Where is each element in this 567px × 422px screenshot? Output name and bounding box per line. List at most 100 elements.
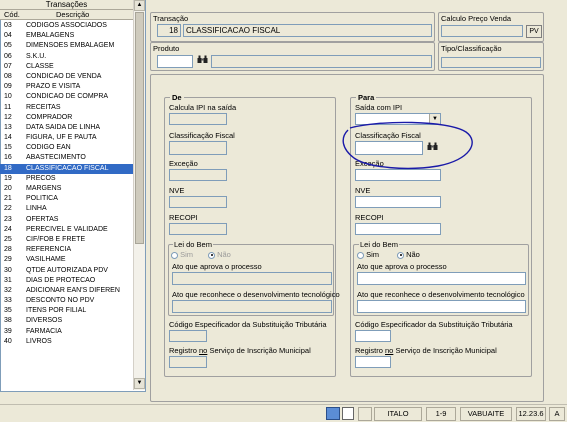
para-saida-ipi-select[interactable]: ▼ bbox=[355, 113, 441, 125]
list-item-code: 20 bbox=[4, 185, 12, 192]
list-item[interactable]: 23 OFERTAS bbox=[0, 215, 133, 225]
para-radio-sim[interactable]: Sim bbox=[357, 250, 379, 259]
de-classificacao-field bbox=[169, 141, 227, 155]
de-nve-field bbox=[169, 196, 227, 208]
para-excecao-input[interactable] bbox=[355, 169, 441, 181]
para-registro-input[interactable] bbox=[355, 356, 391, 368]
status-bar: ITALO 1-9 VABUAITE 12.23.6 A bbox=[0, 404, 567, 422]
tipo-label: Tipo/Classificação bbox=[441, 44, 502, 53]
para-sim-radio-icon[interactable] bbox=[357, 251, 364, 259]
list-item-label: S.K.U. bbox=[26, 52, 47, 60]
para-classificacao-input[interactable] bbox=[355, 141, 423, 155]
list-item-code: 31 bbox=[4, 276, 12, 284]
list-item[interactable]: 28 REFERENCIA bbox=[0, 245, 133, 255]
list-item[interactable]: 03 CODIGOS ASSOCIADOS bbox=[0, 21, 133, 31]
status-user: ITALO bbox=[374, 407, 422, 421]
para-ato-reconhece-label: Ato que reconhece o desenvolvimento tecn… bbox=[357, 290, 525, 299]
list-item-label: DIMENSOES EMBALAGEM bbox=[26, 42, 115, 50]
list-item-label: RECEITAS bbox=[26, 103, 61, 111]
status-empty-panel bbox=[358, 407, 372, 421]
tipo-field bbox=[441, 57, 541, 68]
scroll-thumb[interactable] bbox=[135, 12, 144, 244]
list-item-code: 09 bbox=[4, 83, 12, 91]
list-item-code: 19 bbox=[4, 174, 12, 182]
para-recopi-input[interactable] bbox=[355, 223, 441, 235]
list-item-code: 08 bbox=[4, 72, 12, 80]
calc-preco-label: Calculo Preço Venda bbox=[441, 14, 512, 23]
list-item-code: 14 bbox=[4, 134, 12, 142]
para-radio-nao[interactable]: Não bbox=[397, 250, 420, 259]
list-item-code: 29 bbox=[4, 256, 12, 264]
list-item-code: 21 bbox=[4, 195, 12, 203]
list-item-code: 18 bbox=[4, 164, 12, 172]
produto-code-input[interactable] bbox=[157, 55, 193, 68]
para-ato-aprova-input[interactable] bbox=[357, 272, 526, 285]
list-item[interactable]: 35 ITENS POR FILIAL bbox=[0, 306, 133, 316]
scroll-down-icon[interactable]: ▼ bbox=[134, 378, 145, 389]
para-nve-input[interactable] bbox=[355, 196, 441, 208]
list-item[interactable]: 38 DIVERSOS bbox=[0, 316, 133, 326]
list-item-code: 05 bbox=[4, 42, 12, 50]
de-sim-radio-icon bbox=[171, 251, 178, 259]
chevron-down-icon[interactable]: ▼ bbox=[429, 114, 440, 124]
list-item[interactable]: 30 QTDE AUTORIZADA PDV bbox=[0, 266, 133, 276]
list-item[interactable]: 20 MARGENS bbox=[0, 184, 133, 194]
de-registro-pre: Registro bbox=[169, 346, 200, 355]
list-item[interactable]: 10 CONDICAO DE COMPRA bbox=[0, 92, 133, 102]
status-version: 12.23.6 bbox=[516, 407, 546, 421]
list-item[interactable]: 06 S.K.U. bbox=[0, 52, 133, 62]
de-title: De bbox=[170, 93, 184, 102]
list-item[interactable]: 16 ABASTECIMENTO bbox=[0, 153, 133, 163]
list-item[interactable]: 25 CIF/FOB E FRETE bbox=[0, 235, 133, 245]
list-item[interactable]: 39 FARMACIA bbox=[0, 327, 133, 337]
para-nao-radio-icon[interactable] bbox=[397, 251, 404, 259]
list-item[interactable]: 21 POLITICA bbox=[0, 194, 133, 204]
list-item[interactable]: 13 DATA SAIDA DE LINHA bbox=[0, 123, 133, 133]
de-classificacao-label: Classificação Fiscal bbox=[169, 131, 235, 140]
transactions-title: Transações bbox=[0, 0, 133, 10]
list-item[interactable]: 09 PRAZO E VISITA bbox=[0, 82, 133, 92]
binoculars-icon[interactable] bbox=[427, 142, 441, 154]
list-item-code: 35 bbox=[4, 307, 12, 315]
col-desc-header[interactable]: Descrição bbox=[56, 10, 89, 20]
list-item[interactable]: 18 CLASSIFICACAO FISCAL bbox=[0, 163, 133, 174]
list-item-code: 23 bbox=[4, 215, 12, 223]
list-item-label: LINHA bbox=[26, 205, 47, 213]
list-item[interactable]: 15 CODIGO EAN bbox=[0, 143, 133, 153]
col-code-header[interactable]: Cód. bbox=[4, 10, 20, 20]
list-item[interactable]: 14 FIGURA, UF E PAUTA bbox=[0, 133, 133, 143]
list-item[interactable]: 22 LINHA bbox=[0, 204, 133, 214]
list-item-code: 28 bbox=[4, 246, 12, 254]
pv-button[interactable]: PV bbox=[526, 25, 542, 38]
list-item[interactable]: 08 CONDICAO DE VENDA bbox=[0, 72, 133, 82]
de-calcula-ipi-label: Calcula IPI na saída bbox=[169, 103, 237, 112]
para-ato-reconhece-input[interactable] bbox=[357, 300, 526, 313]
list-item[interactable]: 31 DIAS DE PROTECAO bbox=[0, 276, 133, 286]
list-item[interactable]: 05 DIMENSOES EMBALAGEM bbox=[0, 41, 133, 51]
list-item[interactable]: 07 CLASSE bbox=[0, 62, 133, 72]
list-item-code: 06 bbox=[4, 52, 12, 60]
list-item[interactable]: 12 COMPRADOR bbox=[0, 113, 133, 123]
list-item[interactable]: 11 RECEITAS bbox=[0, 103, 133, 113]
para-codigo-esp-input[interactable] bbox=[355, 330, 391, 342]
scroll-up-icon[interactable]: ▲ bbox=[134, 0, 145, 11]
list-item[interactable]: 04 EMBALAGENS bbox=[0, 31, 133, 41]
transactions-scrollbar[interactable]: ▲ ▼ bbox=[133, 0, 145, 390]
de-ato-reconhece-field bbox=[172, 300, 332, 313]
list-item[interactable]: 24 PERECIVEL E VALIDADE bbox=[0, 225, 133, 235]
list-item-label: LIVROS bbox=[26, 337, 52, 345]
para-saida-ipi-label: Saída com IPI bbox=[355, 103, 403, 112]
binoculars-icon[interactable] bbox=[195, 55, 209, 68]
list-item[interactable]: 32 ADICIONAR EAN'S DIFEREN bbox=[0, 286, 133, 296]
list-item-code: 40 bbox=[4, 337, 12, 345]
list-item[interactable]: 29 VASILHAME bbox=[0, 255, 133, 265]
list-item-label: CLASSIFICACAO FISCAL bbox=[26, 164, 109, 172]
list-item[interactable]: 33 DESCONTO NO PDV bbox=[0, 296, 133, 306]
status-range: 1-9 bbox=[426, 407, 456, 421]
de-registro-label: Registro no Serviço de Inscrição Municip… bbox=[169, 346, 311, 355]
document-icon[interactable] bbox=[342, 407, 354, 420]
list-item-label: VASILHAME bbox=[26, 256, 66, 264]
list-item[interactable]: 19 PRECOS bbox=[0, 174, 133, 184]
monitor-icon[interactable] bbox=[326, 407, 340, 420]
list-item[interactable]: 40 LIVROS bbox=[0, 337, 133, 347]
